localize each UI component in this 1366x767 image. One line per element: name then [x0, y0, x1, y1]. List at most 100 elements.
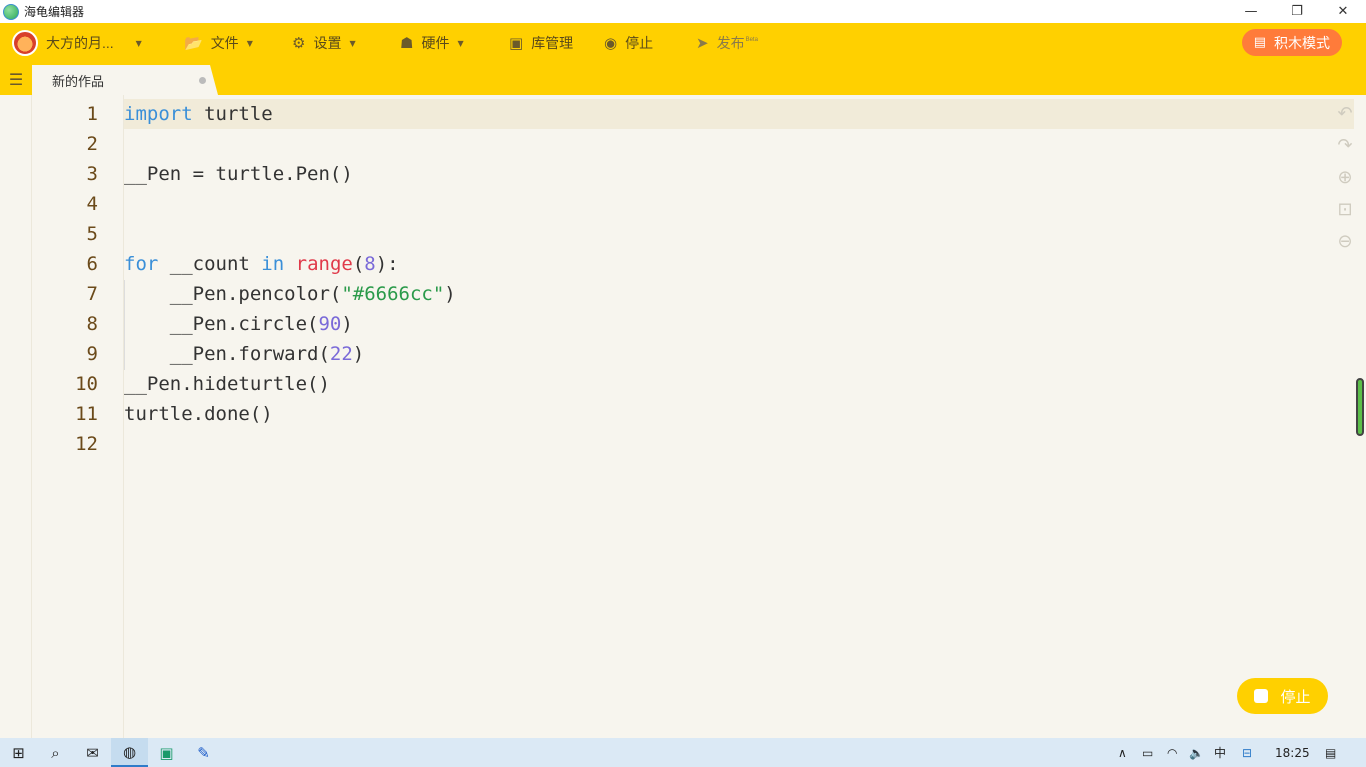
battery-icon: ▭ — [1142, 745, 1154, 760]
token-text: ) — [444, 283, 456, 305]
token-text: __Pen.pencolor( — [124, 283, 342, 305]
menu-toggle-icon[interactable]: ☰ — [0, 63, 32, 95]
zoom-reset-icon[interactable]: ⊡ — [1332, 199, 1358, 231]
mail-icon[interactable]: ✉ — [74, 738, 111, 767]
token-number: 22 — [329, 343, 353, 365]
restore-button[interactable]: ❐ — [1274, 0, 1320, 23]
paper-plane-icon: ➤ — [696, 34, 709, 52]
vertical-scrollbar[interactable] — [1356, 378, 1364, 436]
tab-label: 新的作品 — [52, 73, 105, 89]
ime-indicator[interactable]: 中 — [1214, 738, 1226, 767]
line-number: 10 — [75, 373, 98, 395]
code-line: __Pen.forward(22) — [124, 339, 365, 369]
user-name: 大方的月... — [46, 35, 114, 51]
window-titlebar: 海龟编辑器 — ❐ ✕ — [0, 0, 1366, 23]
pen-taskbar-icon[interactable]: ✎ — [185, 738, 222, 767]
run-stop-button[interactable]: 停止 — [1237, 678, 1328, 714]
line-number: 8 — [86, 313, 98, 335]
user-avatar — [12, 30, 38, 56]
windows-taskbar: ⊞ ⌕ ✉ ◍ ▣ ✎ ∧ ▭ ◠ 🔈 中 ⊟ 18:25 ▤ — [0, 738, 1366, 767]
window-title: 海龟编辑器 — [24, 5, 85, 19]
stop-circle-icon: ◉ — [604, 34, 618, 52]
blocks-icon: ▤ — [1253, 35, 1266, 50]
publish-button[interactable]: ➤ 发布 Beta — [696, 23, 758, 63]
token-keyword: import — [124, 103, 193, 125]
hardware-icon: ☗ — [400, 34, 414, 52]
code-line: turtle.done() — [124, 403, 273, 425]
code-line: __Pen = turtle.Pen() — [124, 163, 353, 185]
publish-button-label: 发布 — [716, 35, 745, 51]
code-line: __Pen.circle(90) — [124, 309, 353, 339]
zoom-out-icon[interactable]: ⊖ — [1332, 231, 1358, 263]
token-number: 8 — [364, 253, 376, 275]
line-number: 4 — [86, 193, 98, 215]
token-keyword: in — [261, 253, 285, 275]
code-line: __Pen.pencolor("#6666cc") — [124, 279, 456, 309]
run-stop-label: 停止 — [1280, 688, 1311, 706]
tab-new-work[interactable]: 新的作品 — [32, 65, 218, 95]
editor-left-strip — [0, 95, 32, 738]
code-line: __Pen.hideturtle() — [124, 373, 330, 395]
line-number: 9 — [86, 343, 98, 365]
wifi-icon[interactable]: ◠ — [1167, 738, 1177, 767]
hardware-menu-label: 硬件 — [421, 35, 450, 51]
file-menu-label: 文件 — [210, 35, 239, 51]
redo-icon[interactable]: ↷ — [1332, 135, 1358, 167]
input-method-icon[interactable]: ⊟ — [1242, 738, 1252, 767]
volume-icon[interactable]: 🔈 — [1189, 738, 1204, 767]
current-line-highlight — [124, 99, 1354, 129]
line-number: 7 — [86, 283, 98, 305]
settings-menu-label: 设置 — [313, 35, 342, 51]
zoom-in-icon[interactable]: ⊕ — [1332, 167, 1358, 199]
folder-icon: 📂 — [184, 34, 203, 52]
hardware-menu[interactable]: ☗ 硬件 ▼ — [400, 23, 464, 63]
notification-icon[interactable]: ▤ — [1325, 738, 1336, 767]
minimize-button[interactable]: — — [1228, 0, 1274, 23]
code-line: for __count in range(8): — [124, 249, 399, 279]
unsaved-dot-icon — [199, 77, 206, 84]
chevron-down-icon: ▼ — [135, 38, 142, 48]
token-number: 90 — [318, 313, 342, 335]
search-icon[interactable]: ⌕ — [37, 738, 74, 767]
clock[interactable]: 18:25 — [1275, 738, 1310, 767]
tab-bar: ☰ 新的作品 — [0, 63, 1366, 95]
token-string: "#6666cc" — [341, 283, 445, 305]
tray-chevron-icon[interactable]: ∧ — [1118, 738, 1127, 767]
user-menu[interactable]: 大方的月... ▼ — [12, 23, 142, 63]
library-button-label: 库管理 — [531, 35, 574, 51]
close-button[interactable]: ✕ — [1320, 0, 1366, 23]
token-text: turtle — [192, 103, 273, 125]
token-text: __count — [158, 253, 262, 275]
inbox-icon: ▣ — [509, 34, 524, 52]
stop-square-icon — [1254, 689, 1269, 703]
app-taskbar-icon[interactable]: ▣ — [148, 738, 185, 767]
gear-icon: ⚙ — [292, 34, 306, 52]
code-line: import turtle — [124, 99, 273, 129]
code-editor[interactable]: 1 2 3 4 5 6 7 8 9 10 11 12 import turtle… — [0, 95, 1366, 738]
chevron-down-icon: ▼ — [349, 38, 356, 48]
settings-menu[interactable]: ⚙ 设置 ▼ — [292, 23, 356, 63]
beta-badge: Beta — [745, 37, 758, 43]
library-button[interactable]: ▣ 库管理 — [509, 23, 573, 63]
undo-icon[interactable]: ↶ — [1332, 103, 1358, 135]
token-text: ) — [341, 313, 353, 335]
chevron-down-icon: ▼ — [457, 38, 464, 48]
line-number: 2 — [86, 133, 98, 155]
window-controls: — ❐ ✕ — [1228, 0, 1366, 23]
line-number: 5 — [86, 223, 98, 245]
stop-toolbar-button[interactable]: ◉ 停止 — [604, 23, 653, 63]
chevron-down-icon: ▼ — [246, 38, 253, 48]
turtle-editor-taskbar-icon[interactable]: ◍ — [111, 738, 148, 767]
block-mode-button[interactable]: ▤ 积木模式 — [1241, 29, 1342, 56]
token-text: ) — [352, 343, 365, 365]
line-number: 12 — [75, 433, 98, 455]
token-text: __Pen.forward( — [124, 343, 330, 365]
windows-start-icon[interactable]: ⊞ — [0, 738, 37, 767]
line-number: 3 — [86, 163, 98, 185]
file-menu[interactable]: 📂 文件 ▼ — [184, 23, 253, 63]
token-text: ): — [375, 253, 399, 275]
line-number: 6 — [86, 253, 98, 275]
line-number: 11 — [75, 403, 98, 425]
token-builtin: range — [295, 253, 353, 275]
